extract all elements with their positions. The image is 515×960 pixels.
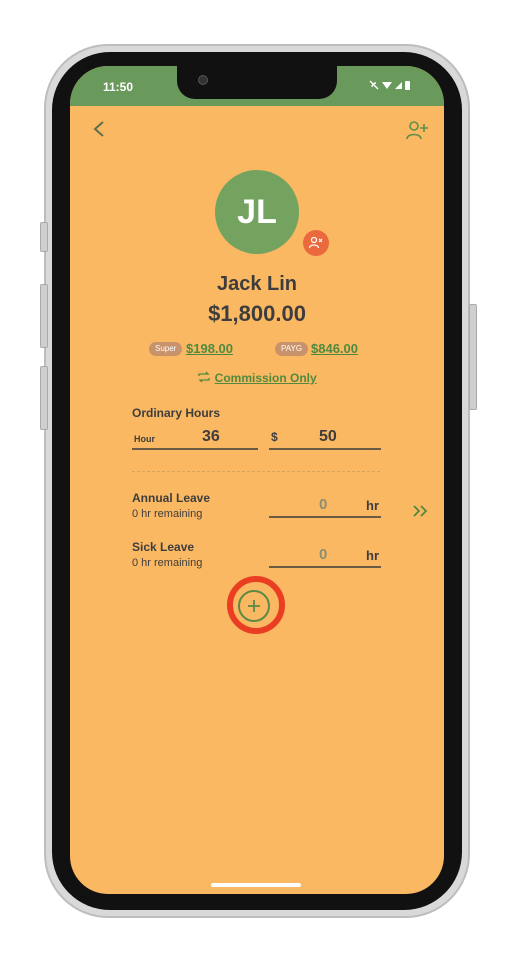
home-indicator [211, 883, 301, 887]
hours-input[interactable]: Hour 36 [132, 426, 258, 450]
power-button [469, 304, 477, 410]
annual-leave-unit: hr [366, 498, 379, 513]
status-time: 11:50 [103, 80, 134, 94]
sick-leave-title: Sick Leave [132, 540, 195, 554]
annual-leave-title: Annual Leave [132, 491, 211, 505]
payg-value-link[interactable]: $846.00 [311, 341, 358, 356]
volume-down-button [40, 366, 48, 430]
volume-up-button [40, 284, 48, 348]
status-icons [368, 79, 412, 94]
sick-leave-unit: hr [366, 548, 379, 563]
avatar: JL [215, 170, 299, 254]
mute-switch [40, 222, 48, 252]
sick-leave-input[interactable]: 0 hr [269, 544, 381, 568]
super-value-link[interactable]: $198.00 [186, 341, 233, 356]
rate-label: $ [271, 430, 278, 444]
payg-chip: PAYG [275, 342, 309, 356]
hours-value: 36 [202, 428, 220, 445]
hours-label: Hour [134, 434, 155, 444]
section-divider [132, 471, 380, 472]
person-remove-icon [309, 236, 323, 249]
annual-leave-value: 0 [319, 496, 328, 513]
remove-employee-button[interactable] [303, 230, 329, 256]
signal-battery-icon [369, 80, 410, 90]
super-chip: Super [149, 342, 183, 356]
avatar-initials: JL [237, 192, 277, 231]
pay-type-label: Commission Only [214, 371, 317, 385]
front-camera [198, 75, 208, 85]
annual-leave-input[interactable]: 0 hr [269, 494, 381, 518]
person-add-icon [406, 121, 428, 140]
add-leave-button[interactable] [238, 590, 270, 622]
expand-leave-button[interactable] [412, 501, 430, 524]
annual-leave-remaining: 0 hr remaining [132, 508, 203, 520]
employee-amount: $1,800.00 [208, 301, 306, 326]
add-user-button[interactable] [406, 120, 428, 142]
rate-input[interactable]: $ 50 [269, 426, 381, 450]
chevron-left-icon [93, 121, 104, 137]
double-chevron-right-icon [413, 505, 428, 517]
plus-circle-icon [248, 600, 260, 612]
sick-leave-remaining: 0 hr remaining [132, 557, 203, 569]
sick-leave-value: 0 [319, 546, 328, 563]
pay-type-link[interactable]: Commission Only [70, 371, 444, 385]
app-screen: 11:50 JL Jack Lin $1,800.00 Super $198.0… [70, 66, 444, 894]
back-button[interactable] [92, 118, 106, 144]
employee-name: Jack Lin [216, 273, 298, 295]
rate-value: 50 [319, 428, 337, 445]
ordinary-hours-title: Ordinary Hours [132, 406, 221, 420]
swap-icon [198, 371, 210, 383]
